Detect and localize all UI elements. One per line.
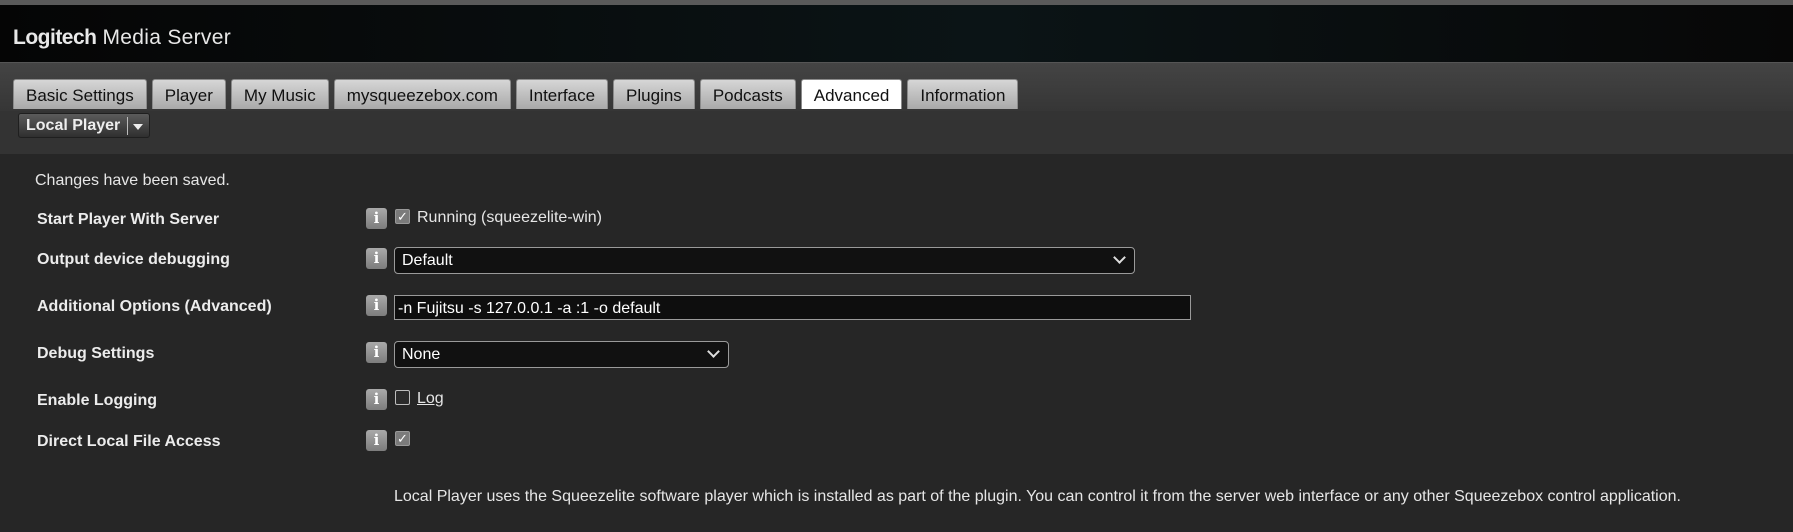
tab-podcasts[interactable]: Podcasts [699,79,796,109]
dropdown-separator [127,117,129,135]
info-icon[interactable]: i [366,430,387,451]
additional-options-input[interactable] [394,295,1191,320]
setting-row-direct-file-access: Direct Local File Access i ✓ [0,430,1793,460]
enable-logging-checkbox[interactable] [395,390,410,405]
tab-advanced[interactable]: Advanced [800,79,903,109]
tab-interface[interactable]: Interface [515,79,609,109]
tab-player[interactable]: Player [151,79,226,109]
setting-row-output-debug: Output device debugging i Default [0,247,1793,278]
chevron-down-icon [707,345,720,358]
setting-row-start-player: Start Player With Server i ✓ Running (sq… [0,208,1793,238]
setting-label: Enable Logging [37,392,157,409]
settings-tabs: Basic Settings Player My Music mysqueeze… [13,79,1019,109]
settings-panel: Changes have been saved. Start Player Wi… [0,154,1793,532]
direct-file-access-checkbox[interactable]: ✓ [395,431,410,446]
tab-my-music[interactable]: My Music [230,79,329,109]
start-player-checkbox[interactable]: ✓ [395,209,410,224]
sub-navigation: Local Player [0,111,1793,154]
setting-label: Start Player With Server [37,211,220,228]
debug-settings-select[interactable]: None [394,341,729,368]
setting-label: Debug Settings [37,345,155,362]
setting-row-debug-settings: Debug Settings i None [0,341,1793,372]
info-icon[interactable]: i [366,208,387,229]
output-debug-value: Default [402,252,453,269]
tab-plugins[interactable]: Plugins [613,79,695,109]
plugin-description: Local Player uses the Squeezelite softwa… [394,488,1681,505]
app-header: Logitech Media Server [0,5,1793,62]
debug-settings-value: None [402,346,441,363]
info-icon[interactable]: i [366,389,387,410]
tab-basic-settings[interactable]: Basic Settings [13,79,147,109]
setting-label: Output device debugging [37,251,230,268]
log-link[interactable]: Log [417,390,444,408]
info-icon[interactable]: i [366,342,387,363]
setting-label: Direct Local File Access [37,433,221,450]
tab-information[interactable]: Information [907,79,1019,109]
section-dropdown-label: Local Player [26,117,121,134]
setting-row-additional-options: Additional Options (Advanced) i [0,295,1793,325]
brand-logo: Logitech Media Server [13,26,231,50]
info-icon[interactable]: i [366,295,387,316]
output-debug-select[interactable]: Default [394,247,1135,274]
status-message: Changes have been saved. [35,172,230,189]
info-icon[interactable]: i [366,248,387,269]
tab-bar: Basic Settings Player My Music mysqueeze… [0,62,1793,111]
tab-mysqueezebox[interactable]: mysqueezebox.com [333,79,511,109]
setting-row-enable-logging: Enable Logging i Log [0,389,1793,419]
setting-label: Additional Options (Advanced) [37,298,272,315]
start-player-status: Running (squeezelite-win) [417,209,602,226]
section-dropdown-button[interactable]: Local Player [18,113,151,138]
chevron-down-icon [1113,251,1126,264]
brand-product-name: Media Server [102,26,231,49]
caret-down-icon [133,124,144,130]
brand-logo-mark: Logitech [13,26,97,49]
